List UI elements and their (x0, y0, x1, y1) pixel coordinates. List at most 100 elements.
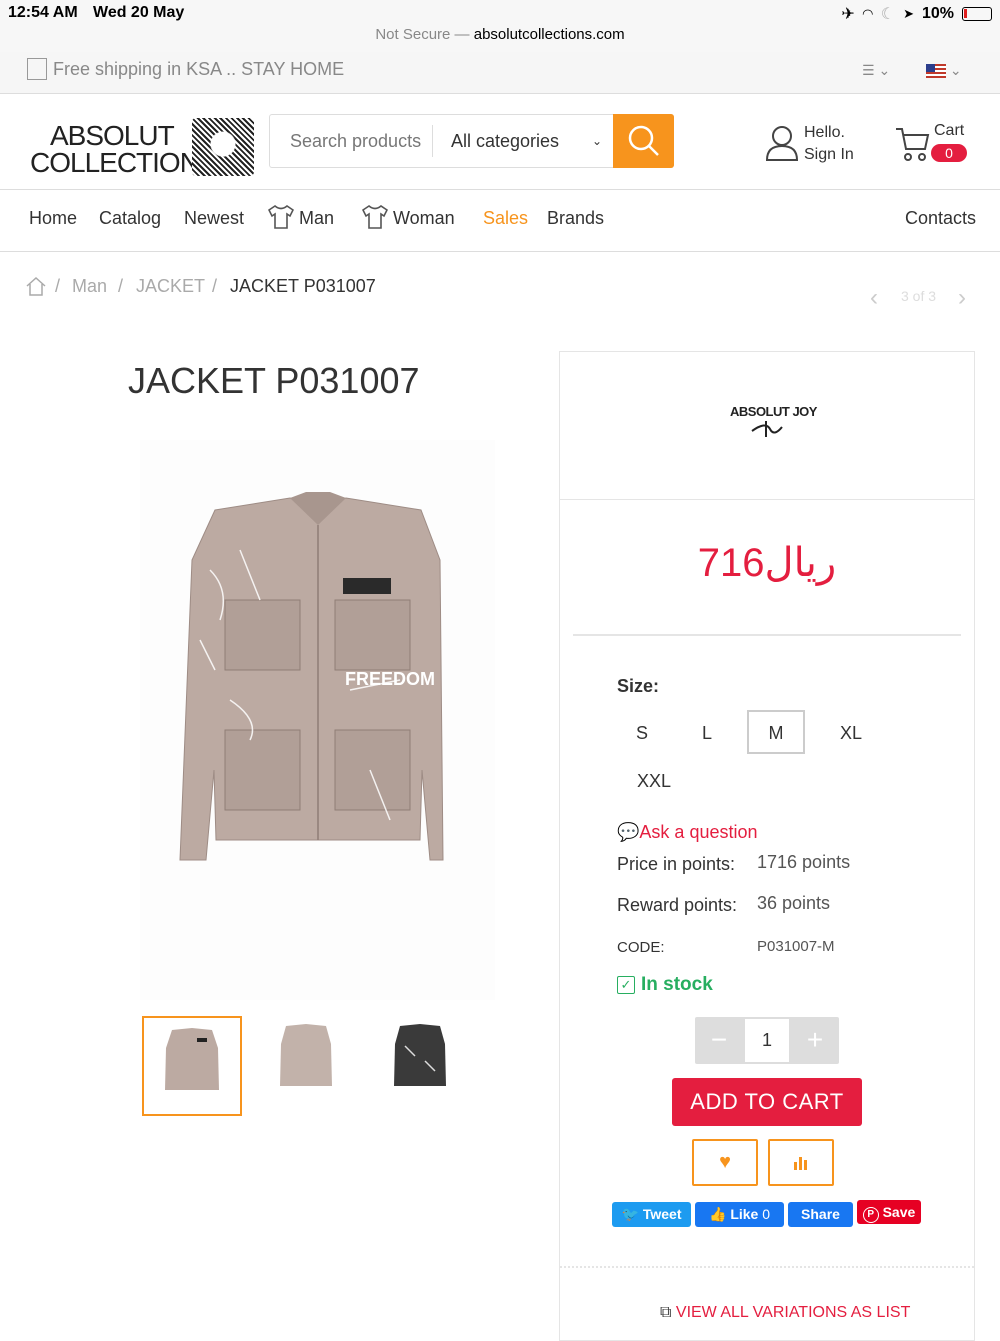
airplane-icon: ✈ (841, 6, 855, 23)
copy-icon: ⧉ (660, 1304, 672, 1321)
code-label: CODE: (617, 939, 665, 956)
cart-icon (896, 128, 930, 161)
divider (573, 634, 961, 636)
address-bar[interactable]: Not Secure — absolutcollections.com (0, 26, 1000, 43)
like-button[interactable]: 👍 Like 0 (695, 1202, 784, 1227)
chevron-down-icon: ⌄ (591, 134, 602, 148)
user-icon (765, 126, 799, 161)
thumbnail-image (280, 1024, 332, 1086)
tweet-label: Tweet (642, 1206, 682, 1222)
site-logo[interactable]: ABSOLUT COLLECTION (30, 122, 200, 177)
price-points-label: Price in points: (617, 854, 736, 874)
chat-icon: 💬 (617, 822, 640, 842)
size-option-xl[interactable]: XL (822, 710, 880, 754)
add-to-cart-button[interactable]: ADD TO CART (672, 1078, 862, 1126)
save-label: Save (882, 1204, 916, 1220)
cart-label: Cart (934, 122, 965, 139)
size-option-m[interactable]: M (747, 710, 805, 754)
breadcrumb-separator: / (55, 276, 61, 296)
stock-status: ✓ In stock (617, 974, 713, 996)
list-view-icon[interactable]: ☰ ⌄ (862, 62, 890, 79)
cart-count-badge: 0 (931, 144, 967, 162)
domain-label: absolutcollections.com (473, 26, 625, 43)
quantity-stepper: − 1 + (695, 1017, 839, 1064)
pinterest-save-button[interactable]: P Save (857, 1200, 921, 1224)
size-option-s[interactable]: S (613, 710, 671, 754)
bar-chart-icon (794, 1156, 807, 1170)
product-price: 716ريال (697, 541, 837, 585)
breadcrumb-separator: / (118, 276, 124, 296)
location-icon: ➤ (903, 6, 914, 21)
size-label: Size: (617, 676, 660, 696)
view-variations-label: VIEW ALL VARIATIONS AS LIST (675, 1304, 911, 1321)
chevron-left-icon[interactable]: ‹ (870, 284, 878, 312)
search-input[interactable] (270, 115, 432, 167)
ask-question-link[interactable]: 💬Ask a question (617, 822, 758, 843)
breadcrumb-separator: / (212, 276, 218, 296)
code-value: P031007-M (757, 938, 835, 955)
quantity-increase-button[interactable]: + (791, 1017, 839, 1064)
product-info-panel: ABSOLUT JOY 716ريال Size: S L M XL XXL 💬… (559, 351, 975, 1341)
nav-sales[interactable]: Sales (483, 208, 528, 229)
site-header: ABSOLUT COLLECTION All categories ⌄ Hell… (0, 94, 1000, 190)
brand-logo-text: ABSOLUT JOY (730, 404, 817, 419)
svg-text:FREEDOM: FREEDOM (345, 669, 435, 689)
woman-shirt-icon (362, 205, 388, 230)
quantity-input[interactable]: 1 (745, 1019, 789, 1062)
brand-box[interactable]: ABSOLUT JOY (560, 352, 974, 500)
home-icon[interactable] (25, 276, 47, 296)
moon-icon: ☾ (880, 6, 896, 23)
thumbnail-2[interactable] (256, 1016, 356, 1116)
thumbnail-3[interactable] (370, 1016, 470, 1116)
us-flag-icon (926, 64, 946, 79)
wifi-icon: ◠ (862, 6, 873, 21)
nav-contacts[interactable]: Contacts (905, 208, 976, 229)
nav-man[interactable]: Man (268, 205, 335, 230)
size-option-l[interactable]: L (678, 710, 736, 754)
reward-points-label: Reward points: (617, 895, 738, 915)
nav-brands[interactable]: Brands (547, 208, 604, 229)
like-label: Like (730, 1206, 759, 1222)
search-button[interactable] (613, 114, 674, 168)
pinterest-icon: P (862, 1207, 879, 1223)
size-option-xxl[interactable]: XXL (625, 758, 683, 802)
status-indicators: ✈ ◠ ☾ ➤ 10% (841, 4, 992, 24)
promo-bar: Free shipping in KSA .. STAY HOME ☰ ⌄ ⌄ (0, 52, 1000, 94)
battery-icon (962, 7, 992, 21)
language-selector[interactable]: ⌄ (926, 62, 962, 79)
nav-home[interactable]: Home (29, 208, 77, 229)
share-button[interactable]: Share (788, 1202, 853, 1227)
quantity-decrease-button[interactable]: − (695, 1017, 743, 1064)
category-select[interactable]: All categories ⌄ (432, 125, 614, 157)
status-bar: 12:54 AM Wed 20 May ✈ ◠ ☾ ➤ 10% Not Secu… (0, 0, 1000, 52)
reward-points-value: 36 points (757, 893, 831, 913)
main-nav: Home Catalog Newest Man Woman Sales Bran… (0, 190, 1000, 252)
breadcrumb-jacket[interactable]: JACKET (136, 276, 205, 297)
nav-newest[interactable]: Newest (184, 208, 244, 229)
account-signin: Sign In (804, 146, 854, 163)
nav-woman[interactable]: Woman (362, 205, 455, 230)
status-date: Wed 20 May (93, 4, 185, 21)
price-points-value: 1716 points (757, 852, 851, 872)
compare-button[interactable] (768, 1139, 834, 1186)
pager-label: 3 of 3 (901, 288, 937, 304)
tweet-button[interactable]: 🐦 Tweet (612, 1202, 691, 1227)
product-main-image[interactable]: FREEDOM (140, 440, 495, 1000)
brand-logo-mark (751, 421, 783, 437)
thumbnail-1[interactable] (142, 1016, 242, 1116)
breadcrumb-man[interactable]: Man (72, 276, 107, 297)
nav-catalog[interactable]: Catalog (99, 208, 161, 229)
nav-man-label: Man (299, 208, 335, 228)
man-shirt-icon (268, 205, 294, 230)
chevron-right-icon[interactable]: › (958, 284, 966, 312)
category-label: All categories (451, 131, 560, 151)
thumbnail-image (165, 1028, 219, 1090)
view-variations-link[interactable]: ⧉ VIEW ALL VARIATIONS AS LIST (660, 1304, 910, 1322)
not-secure-label: Not Secure — (375, 26, 470, 43)
account-hello: Hello. (804, 124, 845, 141)
gift-icon (27, 58, 47, 80)
battery-percent: 10% (921, 5, 954, 22)
wishlist-button[interactable]: ♥ (692, 1139, 758, 1186)
thumbs-up-icon: 👍 (708, 1206, 727, 1222)
status-time: 12:54 AM (8, 4, 78, 21)
